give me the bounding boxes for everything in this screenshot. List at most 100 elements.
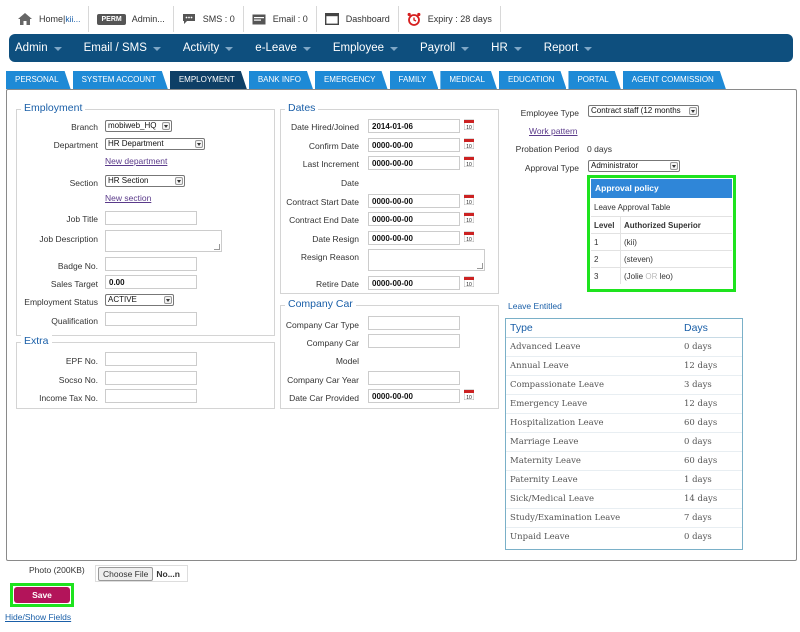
socso-input[interactable] <box>105 371 197 385</box>
leave-type: Compassionate Leave <box>510 380 605 390</box>
car-model-input[interactable] <box>368 334 460 348</box>
nav-hr[interactable]: HR <box>491 42 522 54</box>
nav-e-leave[interactable]: e-Leave <box>255 42 311 54</box>
calendar-icon[interactable]: 10 <box>464 156 474 167</box>
nav-e-leave-label: e-Leave <box>255 42 297 54</box>
home-link[interactable]: Home | kii... <box>10 6 90 32</box>
car-year-input[interactable] <box>368 371 460 385</box>
svg-text:10: 10 <box>466 282 472 287</box>
department-value: HR Department <box>108 139 164 148</box>
approval-type-select[interactable]: Administrator <box>588 160 680 172</box>
dashboard-link[interactable]: Dashboard <box>317 6 399 32</box>
job-description-textarea[interactable] <box>105 230 222 252</box>
nav-report-label: Report <box>543 42 579 54</box>
expiry-link[interactable]: Expiry : 28 days <box>399 6 501 32</box>
nav-activity[interactable]: Activity <box>183 42 234 54</box>
leave-type: Maternity Leave <box>510 456 581 466</box>
leave-days: 0 days <box>684 342 712 352</box>
tab-portal[interactable]: PORTAL <box>568 71 620 89</box>
work-pattern-link[interactable]: Work pattern <box>529 126 578 136</box>
income-tax-input[interactable] <box>105 389 197 403</box>
branch-select[interactable]: mobiweb_HQ <box>105 120 172 132</box>
svg-text:10: 10 <box>466 162 472 167</box>
perm-badge: PERM <box>97 13 126 25</box>
nav-payroll[interactable]: Payroll <box>420 42 470 54</box>
save-highlight: Save <box>10 583 74 607</box>
file-input[interactable]: Choose File No...n <box>95 565 188 582</box>
email-link[interactable]: Email : 0 <box>244 6 317 32</box>
admin-menu[interactable]: PERM Admin... <box>89 6 174 32</box>
nav-admin[interactable]: Admin <box>15 42 62 54</box>
approval-level: 1 <box>591 234 621 250</box>
new-section-link[interactable]: New section <box>105 193 151 203</box>
calendar-icon[interactable]: 10 <box>464 231 474 242</box>
section-select[interactable]: HR Section <box>105 175 185 187</box>
top-bar: Home | kii... PERM Admin... SMS : 0 Emai… <box>10 6 501 32</box>
last-increment-input[interactable]: 0000-00-00 <box>368 156 460 170</box>
leave-days: 0 days <box>684 532 712 542</box>
employee-type-label: Employee Type <box>520 108 579 118</box>
calendar-icon[interactable]: 10 <box>464 212 474 223</box>
svg-text:10: 10 <box>466 125 472 130</box>
nav-email-sms[interactable]: Email / SMS <box>84 42 161 54</box>
approval-type-value: Administrator <box>591 161 639 170</box>
job-title-input[interactable] <box>105 211 197 225</box>
sms-link[interactable]: SMS : 0 <box>174 6 244 32</box>
epf-input[interactable] <box>105 352 197 366</box>
sms-label: SMS : 0 <box>202 14 235 24</box>
tab-personal[interactable]: PERSONAL <box>6 71 71 89</box>
caret-down-icon <box>584 47 593 51</box>
tab-agent-commission[interactable]: AGENT COMMISSION <box>623 71 726 89</box>
employee-type-select[interactable]: Contract staff (12 months <box>588 105 699 117</box>
profile-tabs: PERSONAL SYSTEM ACCOUNT EMPLOYMENT BANK … <box>6 71 728 89</box>
employment-legend: Employment <box>21 102 86 114</box>
calendar-icon[interactable]: 10 <box>464 276 474 287</box>
qualification-input[interactable] <box>105 312 197 326</box>
tab-emergency[interactable]: EMERGENCY <box>315 71 388 89</box>
contract-start-input[interactable]: 0000-00-00 <box>368 194 460 208</box>
main-nav: Admin Email / SMS Activity e-Leave Emplo… <box>9 34 793 62</box>
calendar-icon[interactable]: 10 <box>464 138 474 149</box>
approval-policy-subtitle-row: Leave Approval Table <box>591 199 732 216</box>
confirm-date-input[interactable]: 0000-00-00 <box>368 138 460 152</box>
car-model-label: Company Car <box>306 338 359 348</box>
home-user[interactable]: kii... <box>65 14 80 24</box>
tab-family[interactable]: FAMILY <box>390 71 439 89</box>
new-department-link[interactable]: New department <box>105 156 167 166</box>
tab-employment[interactable]: EMPLOYMENT <box>170 71 247 89</box>
caret-down-icon <box>513 47 522 51</box>
save-button[interactable]: Save <box>14 587 70 603</box>
chat-icon <box>182 14 195 24</box>
tab-education[interactable]: EDUCATION <box>499 71 567 89</box>
choose-file-button[interactable]: Choose File <box>98 566 154 581</box>
date-car-provided-input[interactable]: 0000-00-00 <box>368 389 460 403</box>
calendar-icon[interactable]: 10 <box>464 119 474 130</box>
date-hired-input[interactable]: 2014-01-06 <box>368 119 460 133</box>
leave-days: 7 days <box>684 513 712 523</box>
sales-target-input[interactable]: 0.00 <box>105 275 197 289</box>
probation-label: Probation Period <box>515 144 579 154</box>
employment-status-label: Employment Status <box>24 297 98 307</box>
tab-system-account[interactable]: SYSTEM ACCOUNT <box>73 71 168 89</box>
date-hired-label: Date Hired/Joined <box>290 122 359 132</box>
socso-label: Socso No. <box>58 375 98 385</box>
department-select[interactable]: HR Department <box>105 138 205 150</box>
nav-employee[interactable]: Employee <box>333 42 398 54</box>
tab-medical[interactable]: MEDICAL <box>440 71 497 89</box>
calendar-icon[interactable]: 10 <box>464 194 474 205</box>
date-resign-input[interactable]: 0000-00-00 <box>368 231 460 245</box>
employment-status-select[interactable]: ACTIVE <box>105 294 174 306</box>
photo-label: Photo (200KB) <box>29 565 85 575</box>
car-type-input[interactable] <box>368 316 460 330</box>
nav-report[interactable]: Report <box>544 42 593 54</box>
home-label: Home <box>39 14 64 24</box>
retire-date-input[interactable]: 0000-00-00 <box>368 276 460 290</box>
col-days: Days <box>684 322 708 334</box>
badge-no-input[interactable] <box>105 257 197 271</box>
resign-reason-textarea[interactable] <box>368 249 485 271</box>
contract-end-input[interactable]: 0000-00-00 <box>368 212 460 226</box>
chevron-down-icon <box>195 140 203 148</box>
calendar-icon[interactable]: 10 <box>464 389 474 400</box>
tab-bank-info[interactable]: BANK INFO <box>249 71 313 89</box>
hide-show-fields-link[interactable]: Hide/Show Fields <box>5 612 71 622</box>
